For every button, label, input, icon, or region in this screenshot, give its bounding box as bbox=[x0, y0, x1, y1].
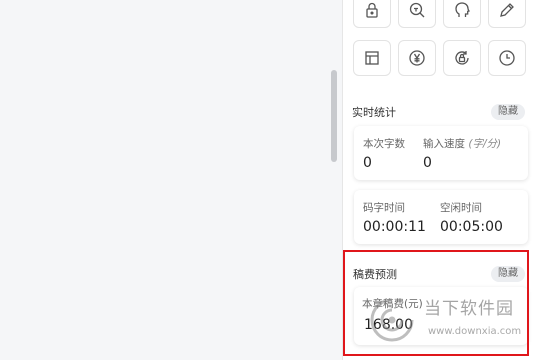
time-card: 码字时间 空闲时间 00:00:11 00:05:00 bbox=[354, 190, 528, 244]
highlight-annotation-box bbox=[343, 250, 529, 356]
autosave-lock-icon bbox=[455, 51, 469, 65]
edit-button[interactable] bbox=[488, 0, 526, 28]
input-speed-label-text: 输入速度 bbox=[423, 138, 465, 150]
autosave-button[interactable] bbox=[443, 40, 481, 76]
layout-button[interactable] bbox=[353, 40, 391, 76]
input-speed-label: 输入速度 (字/分) bbox=[423, 136, 501, 151]
idle-time-label: 空闲时间 bbox=[440, 202, 482, 214]
profile-button[interactable] bbox=[443, 0, 481, 28]
words-speed-card: 本次字数 输入速度 (字/分) 0 0 bbox=[354, 126, 528, 180]
fee-button[interactable] bbox=[398, 40, 436, 76]
yen-icon bbox=[409, 50, 425, 66]
input-speed-unit: (字/分) bbox=[468, 138, 502, 150]
pencil-icon bbox=[500, 3, 514, 17]
words-count-value: 0 bbox=[363, 155, 372, 171]
realtime-stats-title: 实时统计 bbox=[352, 106, 396, 119]
input-speed-value: 0 bbox=[423, 155, 432, 171]
editor-scrollbar[interactable] bbox=[331, 70, 337, 162]
idle-time-value: 00:05:00 bbox=[440, 219, 503, 235]
typing-time-label: 码字时间 bbox=[363, 202, 405, 214]
words-count-label: 本次字数 bbox=[363, 138, 405, 150]
search-zoom-icon bbox=[409, 2, 425, 18]
typing-time-value: 00:00:11 bbox=[363, 219, 426, 235]
table-layout-icon bbox=[365, 51, 379, 65]
editor-area[interactable] bbox=[0, 0, 334, 360]
head-profile-icon bbox=[455, 2, 470, 17]
lock-icon bbox=[366, 2, 378, 18]
clock-icon bbox=[499, 50, 515, 66]
timer-button[interactable] bbox=[488, 40, 526, 76]
search-button[interactable] bbox=[398, 0, 436, 28]
realtime-stats-hide-button[interactable]: 隐藏 bbox=[491, 104, 525, 120]
lock-button[interactable] bbox=[353, 0, 391, 28]
